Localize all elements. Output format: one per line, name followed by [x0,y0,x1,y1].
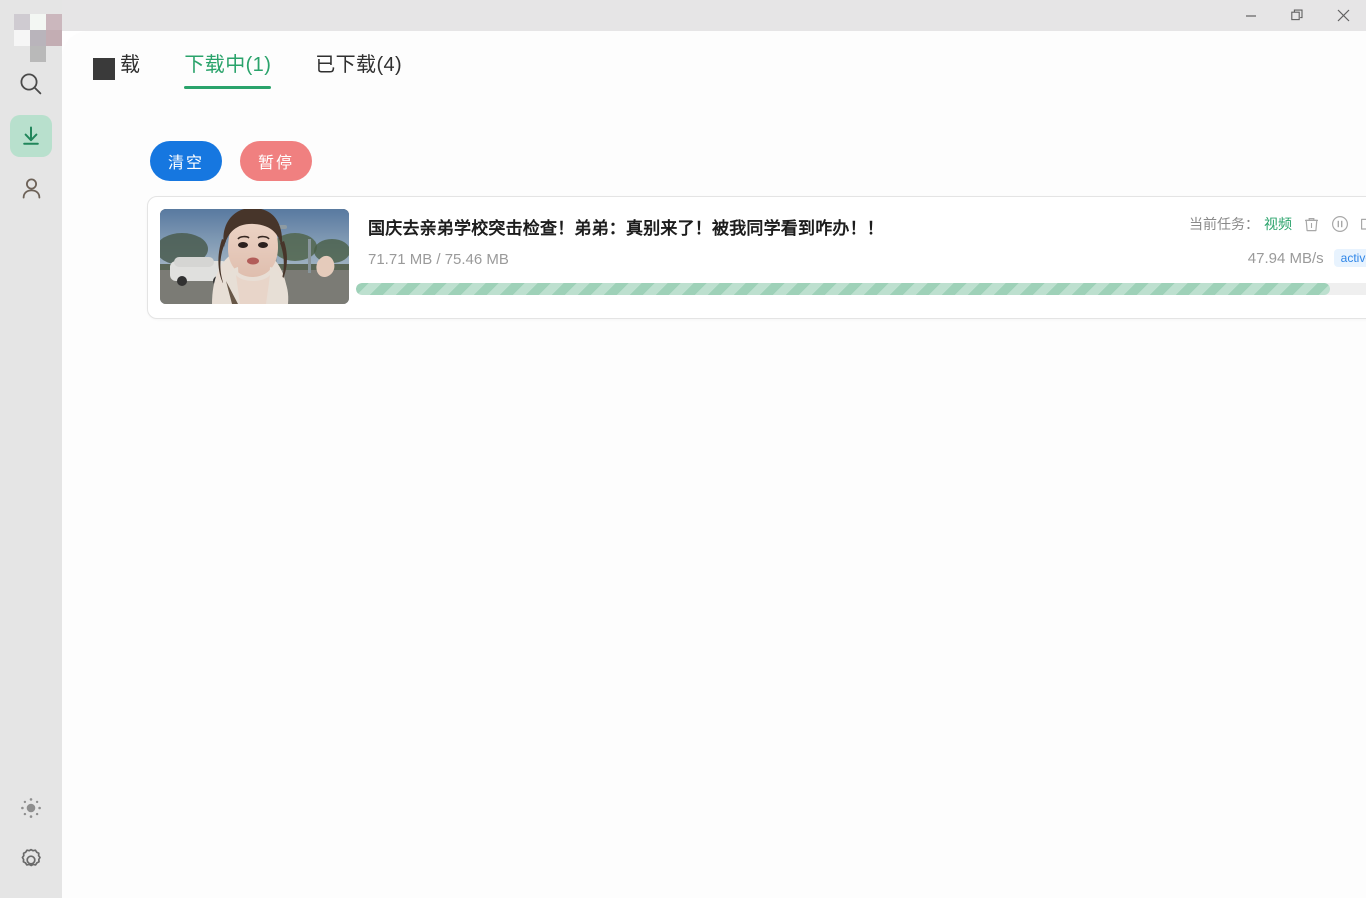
status-badge: active [1333,249,1366,267]
pause-icon[interactable] [1330,214,1350,234]
download-speed-row: 47.94 MB/s active [1248,249,1366,267]
folder-icon[interactable] [1359,214,1366,234]
person-icon [10,167,52,209]
action-button-group: 清空 暂停 [150,141,313,181]
tab-downloaded-label: 已下载(4) [315,54,403,76]
redacted-logo-artifact [14,14,62,62]
sidebar-item-downloads[interactable] [0,110,62,162]
sidebar-item-settings[interactable] [0,834,62,886]
tab-bar: 载 下载中(1) 已下载(4) [98,48,424,89]
tab-downloading[interactable]: 下载中(1) [162,48,293,89]
sidebar-bottom-group [0,782,62,886]
sidebar-item-account[interactable] [0,162,62,214]
sidebar-item-search[interactable] [0,58,62,110]
download-item-size: 71.71 MB / 75.46 MB [368,251,509,268]
pause-all-button[interactable]: 暂停 [240,141,313,181]
restore-button[interactable] [1274,0,1320,31]
app-window: 载 下载中(1) 已下载(4) 清空 暂停 国庆去亲弟学校突击检查！弟弟：真别来… [0,0,1366,898]
download-item-title: 国庆去亲弟学校突击检查！弟弟：真别来了！被我同学看到咋办！！ [368,219,884,238]
tab-downloaded[interactable]: 已下载(4) [293,48,424,89]
download-speed: 47.94 MB/s [1247,249,1324,267]
search-icon [10,63,52,105]
brightness-sun-icon [10,787,52,829]
sidebar [0,0,62,898]
minimize-button[interactable] [1228,0,1274,31]
tab-downloading-label: 下载中(1) [184,54,272,76]
current-task-label: 当前任务： [1189,216,1259,232]
progress-bar-fill [356,283,1330,295]
title-bar [0,0,1366,31]
download-item-meta: 当前任务： 视频 [1189,214,1366,234]
close-button[interactable] [1320,0,1366,31]
progress-bar-track [356,283,1366,295]
tab-label-occluder [93,58,115,80]
download-icon [10,115,52,157]
gear-icon [10,839,52,881]
main-content: 载 下载中(1) 已下载(4) 清空 暂停 国庆去亲弟学校突击检查！弟弟：真别来… [62,31,1366,898]
video-thumbnail[interactable] [160,209,349,304]
delete-icon[interactable] [1301,214,1321,234]
tab-new-download-label: 载 [120,54,141,76]
clear-all-button[interactable]: 清空 [150,141,223,181]
current-task-value: 视频 [1264,216,1292,232]
sidebar-item-theme[interactable] [0,782,62,834]
sidebar-top-group [0,58,62,214]
download-item-card[interactable]: 国庆去亲弟学校突击检查！弟弟：真别来了！被我同学看到咋办！！ 71.71 MB … [147,196,1366,319]
